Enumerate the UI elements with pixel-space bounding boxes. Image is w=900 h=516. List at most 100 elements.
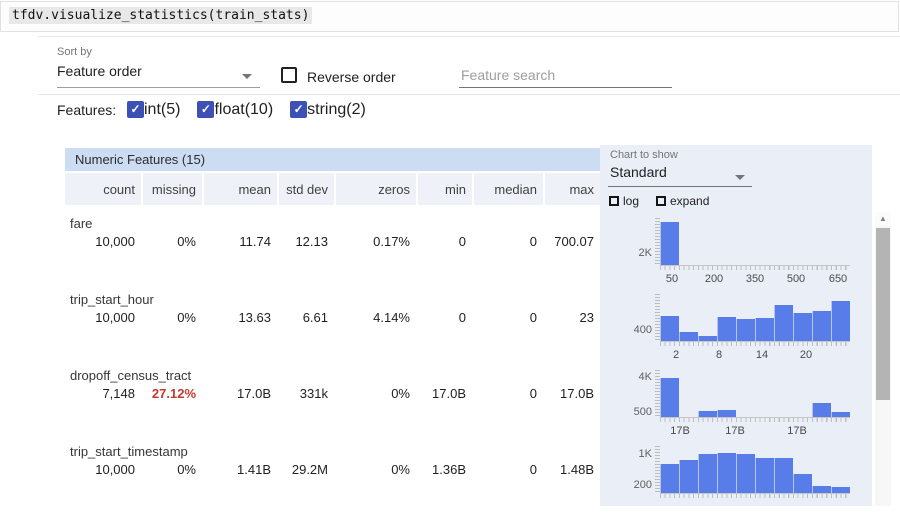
log-label: log: [623, 194, 639, 208]
scrollbar-thumb[interactable]: [876, 228, 890, 400]
column-header-min: min: [418, 173, 472, 205]
checkbox-checked-icon[interactable]: ✓: [127, 101, 144, 118]
code-cell[interactable]: tfdv.visualize_statistics(train_stats): [0, 1, 899, 32]
stat-min: 17.0B: [418, 386, 472, 401]
feature-name: trip_start_hour: [65, 288, 600, 307]
x-tick-label: 17B: [670, 425, 690, 437]
x-axis-ticks: [660, 494, 850, 498]
feature-type-label: string(2): [307, 101, 366, 119]
x-tick-label: 50: [666, 273, 678, 285]
log-checkbox[interactable]: [609, 196, 619, 206]
y-tick-label: 2K: [602, 247, 652, 259]
histogram-bar: [698, 454, 717, 493]
stat-mean: 13.63: [204, 310, 277, 325]
checkbox-checked-icon[interactable]: ✓: [197, 101, 214, 118]
reverse-order-checkbox[interactable]: [281, 67, 297, 83]
sort-by-label: Sort by: [57, 46, 92, 58]
histogram-bar: [698, 411, 717, 417]
histogram-bar: [660, 378, 679, 417]
stat-max: 17.0B: [545, 386, 600, 401]
table-header-row: countmissingmeanstd devzerosminmedianmax: [65, 173, 600, 205]
histogram-bar: [774, 458, 793, 493]
chart-type-underline: [608, 186, 752, 187]
histogram-bar: [812, 311, 831, 341]
chevron-down-icon[interactable]: [242, 74, 252, 79]
x-tick-label: 650: [829, 273, 847, 285]
histogram-plot[interactable]: [660, 218, 850, 265]
histogram-bar: [736, 454, 755, 493]
feature-search-input[interactable]: [459, 62, 672, 88]
histogram-bar: [793, 313, 812, 341]
histogram-bar: [812, 486, 831, 493]
expand-checkbox[interactable]: [656, 196, 666, 206]
y-tick-label: 500: [602, 406, 652, 418]
stat-min: 0: [418, 310, 472, 325]
checkbox-checked-icon[interactable]: ✓: [290, 101, 307, 118]
table-title: Numeric Features (15): [65, 148, 600, 171]
x-axis-ticks: [660, 342, 850, 346]
histogram-plot[interactable]: [660, 294, 850, 341]
histogram-bar: [755, 318, 774, 341]
histogram-bar: [831, 301, 850, 341]
histogram-bar: [736, 319, 755, 341]
chart-type-select[interactable]: Standard: [610, 164, 667, 180]
stat-missing: 0%: [143, 234, 202, 249]
code-text: tfdv.visualize_statistics(train_stats): [9, 7, 312, 24]
stat-missing: 27.12%: [143, 386, 202, 401]
stat-median: 0: [474, 310, 543, 325]
x-tick-label: 20: [800, 349, 812, 361]
x-tick-label: 2: [673, 349, 679, 361]
feature-stats: 10,0000%1.41B29.2M0%1.36B01.48B: [65, 462, 600, 477]
histogram-bar: [717, 410, 736, 417]
x-axis-line: [660, 341, 850, 342]
table-row: dropoff_census_tract7,14827.12%17.0B331k…: [65, 364, 600, 440]
histogram-bar: [660, 222, 679, 265]
histogram-bar: [755, 458, 774, 493]
column-header-median: median: [474, 173, 543, 205]
feature-stats: 10,0000%13.636.614.14%0023: [65, 310, 600, 325]
histogram-fare: 2K50200350500650: [600, 212, 872, 288]
stat-max: 700.07: [545, 234, 600, 249]
stat-median: 0: [474, 234, 543, 249]
feature-type-filters: ✓int(5)✓float(10)✓string(2): [127, 100, 383, 119]
table-rows: fare10,0000%11.7412.130.17%00700.07trip_…: [65, 212, 600, 516]
feature-type-filter-int[interactable]: ✓int(5): [127, 101, 180, 119]
stat-zeros: 0%: [336, 386, 416, 401]
scrollbar[interactable]: ▲: [875, 212, 891, 506]
x-axis-line: [660, 265, 850, 266]
feature-name: fare: [65, 212, 600, 231]
y-tick-label: 4K: [602, 371, 652, 383]
chart-to-show-label: Chart to show: [610, 149, 678, 161]
stat-missing: 0%: [143, 310, 202, 325]
table-row: trip_start_hour10,0000%13.636.614.14%002…: [65, 288, 600, 364]
stat-std-dev: 12.13: [279, 234, 334, 249]
histogram-plot[interactable]: [660, 446, 850, 493]
scroll-up-icon[interactable]: ▲: [875, 212, 891, 226]
x-axis-line: [660, 493, 850, 494]
feature-type-filter-float[interactable]: ✓float(10): [197, 101, 273, 119]
features-label: Features:: [57, 102, 116, 118]
sort-by-select[interactable]: Feature order: [57, 63, 142, 79]
x-tick-label: 500: [787, 273, 805, 285]
histogram-bar: [774, 305, 793, 341]
stat-zeros: 0%: [336, 462, 416, 477]
stat-max: 23: [545, 310, 600, 325]
stat-count: 7,148: [65, 386, 141, 401]
column-header-std-dev: std dev: [279, 173, 334, 205]
stat-mean: 17.0B: [204, 386, 277, 401]
histogram-dropoff_census_tract: 4K50017B17B17B: [600, 364, 872, 440]
stat-mean: 1.41B: [204, 462, 277, 477]
stat-median: 0: [474, 386, 543, 401]
chevron-down-icon[interactable]: [735, 175, 745, 180]
histogram-bar: [698, 336, 717, 341]
controls-divider: [38, 94, 900, 95]
feature-type-label: int(5): [144, 101, 180, 119]
stat-std-dev: 29.2M: [279, 462, 334, 477]
feature-name: dropoff_census_tract: [65, 364, 600, 383]
x-axis-line: [660, 417, 850, 418]
column-header-mean: mean: [204, 173, 277, 205]
stat-missing: 0%: [143, 462, 202, 477]
histogram-plot[interactable]: [660, 370, 850, 417]
feature-type-filter-string[interactable]: ✓string(2): [290, 101, 366, 119]
stat-zeros: 4.14%: [336, 310, 416, 325]
